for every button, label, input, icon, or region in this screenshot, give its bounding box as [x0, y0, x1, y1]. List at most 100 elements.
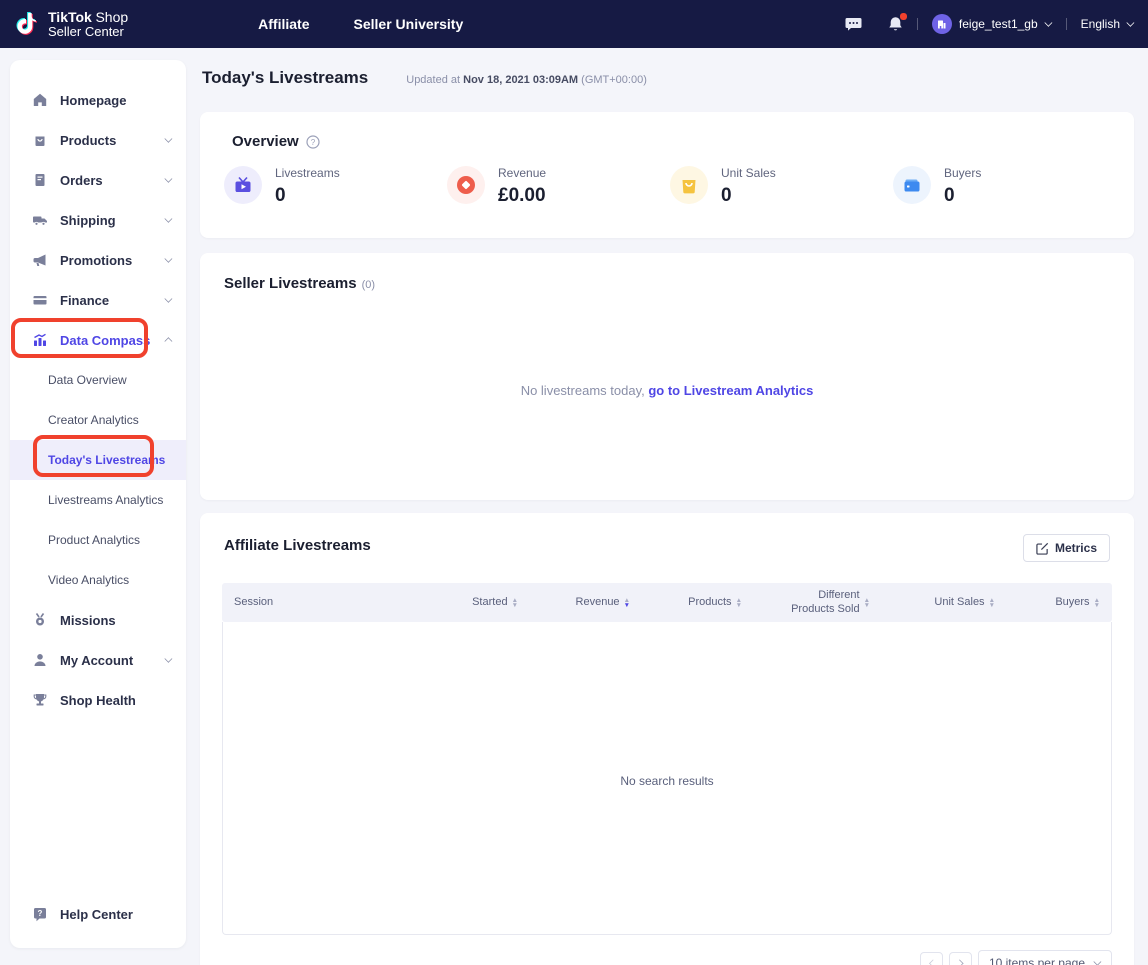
seller-livestreams-title: Seller Livestreams	[224, 275, 357, 292]
nav-affiliate[interactable]: Affiliate	[258, 16, 309, 32]
chevron-down-icon	[1044, 21, 1050, 27]
column-buyers[interactable]: Buyers ▲▼	[995, 596, 1100, 610]
topbar-nav: Affiliate Seller University	[258, 16, 463, 32]
sort-icon: ▲▼	[1094, 598, 1100, 608]
unit-sales-bag-icon	[670, 166, 708, 204]
prev-page-button[interactable]	[920, 952, 943, 965]
sidebar-item-data-compass[interactable]: Data Compass	[10, 320, 186, 360]
sidebar-item-missions[interactable]: Missions	[10, 600, 186, 640]
topbar-right: feige_test1_gb English	[845, 0, 1134, 48]
no-search-results-text: No search results	[223, 774, 1111, 788]
column-session: Session	[234, 596, 408, 610]
missions-icon	[32, 612, 48, 628]
chevron-down-icon	[165, 257, 171, 263]
overview-metrics: Livestreams 0 Revenue £0.00	[200, 150, 1134, 207]
shipping-icon	[32, 212, 48, 228]
sidebar-subitem-product-analytics[interactable]: Product Analytics	[10, 520, 186, 560]
sidebar: Homepage Products Orders Shipping Promot…	[10, 60, 186, 948]
affiliate-table: Session Started ▲▼ Revenue ▲▼ Products ▲…	[222, 583, 1112, 935]
column-unit-sales[interactable]: Unit Sales ▲▼	[870, 596, 995, 610]
seller-livestreams-count: (0)	[362, 279, 375, 291]
tiktok-shop-logo[interactable]: TikTok Shop Seller Center	[14, 9, 128, 39]
page-size-select[interactable]: 10 items per page	[978, 950, 1112, 965]
avatar	[932, 14, 952, 34]
overview-title: Overview	[232, 133, 299, 150]
sidebar-item-shop-health[interactable]: Shop Health	[10, 680, 186, 720]
edit-square-icon	[1036, 542, 1049, 555]
updated-at: Updated at Nov 18, 2021 03:09AM (GMT+00:…	[406, 74, 647, 86]
help-center-icon: ?	[32, 906, 48, 922]
finance-icon	[32, 292, 48, 308]
tiktok-seller-center-page: TikTok Shop Seller Center Affiliate Sell…	[0, 0, 1148, 965]
sidebar-item-shipping[interactable]: Shipping	[10, 200, 186, 240]
sidebar-subitem-data-overview[interactable]: Data Overview	[10, 360, 186, 400]
sidebar-item-finance[interactable]: Finance	[10, 280, 186, 320]
affiliate-livestreams-title: Affiliate Livestreams	[224, 537, 371, 554]
promotions-icon	[32, 252, 48, 268]
metric-revenue: Revenue £0.00	[447, 164, 670, 207]
sidebar-item-my-account[interactable]: My Account	[10, 640, 186, 680]
table-body-empty: No search results	[222, 622, 1112, 935]
topbar-divider	[917, 18, 918, 30]
go-to-livestream-analytics-link[interactable]: go to Livestream Analytics	[648, 383, 813, 398]
sidebar-item-promotions[interactable]: Promotions	[10, 240, 186, 280]
products-icon	[32, 132, 48, 148]
chat-icon[interactable]	[845, 16, 862, 32]
pagination: 10 items per page	[920, 950, 1112, 965]
sidebar-subitem-livestreams-analytics[interactable]: Livestreams Analytics	[10, 480, 186, 520]
orders-icon	[32, 172, 48, 188]
column-different-products-sold[interactable]: Different Products Sold ▲▼	[742, 589, 870, 617]
svg-text:?: ?	[38, 909, 43, 918]
nav-seller-university[interactable]: Seller University	[354, 16, 464, 32]
table-header-row: Session Started ▲▼ Revenue ▲▼ Products ▲…	[222, 583, 1112, 622]
seller-livestreams-card: Seller Livestreams (0) No livestreams to…	[200, 253, 1134, 500]
page-title: Today's Livestreams	[202, 68, 368, 88]
chevron-down-icon	[165, 657, 171, 663]
column-started[interactable]: Started ▲▼	[408, 596, 518, 610]
metric-livestreams: Livestreams 0	[224, 164, 447, 207]
chevron-down-icon	[1127, 21, 1133, 27]
sidebar-item-homepage[interactable]: Homepage	[10, 80, 186, 120]
data-compass-icon	[32, 332, 48, 348]
language-label: English	[1081, 17, 1120, 31]
main-content: Today's Livestreams Updated at Nov 18, 2…	[200, 48, 1134, 965]
column-products[interactable]: Products ▲▼	[630, 596, 742, 610]
topbar: TikTok Shop Seller Center Affiliate Sell…	[0, 0, 1148, 48]
shop-health-icon	[32, 692, 48, 708]
topbar-divider	[1066, 18, 1067, 30]
svg-text:?: ?	[310, 138, 315, 147]
column-revenue[interactable]: Revenue ▲▼	[518, 596, 630, 610]
home-icon	[32, 92, 48, 108]
metrics-button[interactable]: Metrics	[1023, 534, 1110, 562]
sidebar-item-products[interactable]: Products	[10, 120, 186, 160]
next-page-button[interactable]	[949, 952, 972, 965]
metric-unit-sales: Unit Sales 0	[670, 164, 893, 207]
livestream-tv-icon	[224, 166, 262, 204]
chevron-down-icon	[165, 217, 171, 223]
notification-dot	[900, 13, 907, 20]
sidebar-subitem-creator-analytics[interactable]: Creator Analytics	[10, 400, 186, 440]
logo-text: TikTok Shop Seller Center	[48, 10, 128, 39]
sidebar-item-orders[interactable]: Orders	[10, 160, 186, 200]
language-selector[interactable]: English	[1081, 17, 1134, 31]
affiliate-livestreams-card: Affiliate Livestreams Metrics Session St…	[200, 513, 1134, 965]
seller-empty-state: No livestreams today, go to Livestream A…	[200, 383, 1134, 398]
sidebar-item-help-center[interactable]: ? Help Center	[10, 894, 186, 934]
chevron-left-icon	[928, 960, 934, 965]
buyers-wallet-icon	[893, 166, 931, 204]
page-header: Today's Livestreams Updated at Nov 18, 2…	[202, 68, 647, 88]
chevron-down-icon	[165, 297, 171, 303]
chevron-right-icon	[957, 960, 963, 965]
user-menu[interactable]: feige_test1_gb	[932, 14, 1052, 34]
overview-card: Overview ? Livestreams 0	[200, 112, 1134, 238]
sidebar-subitem-video-analytics[interactable]: Video Analytics	[10, 560, 186, 600]
bell-icon[interactable]	[888, 16, 903, 33]
question-circle-icon[interactable]: ?	[306, 135, 320, 149]
revenue-coin-icon	[447, 166, 485, 204]
metric-buyers: Buyers 0	[893, 164, 1116, 207]
sidebar-subitem-todays-livestreams[interactable]: Today's Livestreams	[10, 440, 186, 480]
tiktok-note-icon	[14, 9, 40, 39]
chevron-up-icon	[165, 337, 171, 343]
chevron-down-icon	[165, 137, 171, 143]
my-account-icon	[32, 652, 48, 668]
